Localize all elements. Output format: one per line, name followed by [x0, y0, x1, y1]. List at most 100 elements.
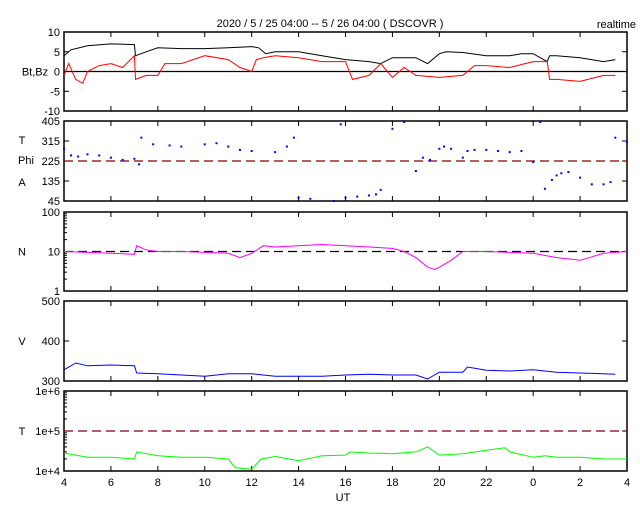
y-tick-label: 1e+4 [35, 466, 60, 478]
solar-wind-chart: 2020 / 5 / 25 04:00 -- 5 / 26 04:00 ( DS… [0, 0, 640, 512]
data-point [532, 161, 535, 164]
data-point [250, 150, 253, 152]
y-axis-label: A [18, 177, 26, 189]
data-point [421, 156, 424, 159]
data-point [443, 145, 446, 148]
data-point [590, 183, 593, 186]
data-point [138, 163, 141, 166]
series-t [63, 446, 627, 470]
data-point [609, 181, 612, 184]
x-tick-label: 20 [433, 477, 445, 489]
y-tick-label: 225 [42, 156, 60, 168]
data-point [309, 197, 312, 200]
data-point [215, 142, 218, 145]
y-tick-label: 400 [42, 336, 60, 348]
x-tick-label: 8 [155, 477, 161, 489]
data-point [496, 150, 499, 152]
y-tick-label: 100 [42, 207, 60, 219]
data-point [356, 195, 359, 198]
y-tick-label: 405 [42, 116, 60, 128]
data-point [77, 155, 80, 158]
data-point [339, 123, 342, 126]
data-point [133, 157, 136, 160]
data-point [428, 158, 431, 161]
y-tick-label: -5 [50, 86, 60, 98]
data-point [63, 147, 65, 150]
chart-title: 2020 / 5 / 25 04:00 -- 5 / 26 04:00 ( DS… [217, 18, 444, 30]
data-point [227, 145, 230, 148]
data-point [461, 156, 464, 159]
x-tick-label: 14 [292, 477, 304, 489]
y-axis-label: Phi [18, 155, 34, 167]
data-point [285, 145, 288, 148]
y-tick-label: 10 [48, 247, 60, 259]
realtime-label: realtime [597, 19, 636, 31]
x-axis-label: UT [336, 492, 351, 504]
data-point [602, 183, 605, 186]
data-point [168, 144, 171, 147]
y-tick-label: 135 [42, 176, 60, 188]
panel-3: 100101N [18, 207, 628, 298]
y-axis-label: T [19, 426, 26, 438]
data-point [473, 148, 476, 151]
x-tick-label: 4 [61, 477, 67, 489]
data-point [403, 121, 406, 124]
y-axis-label: V [18, 336, 26, 348]
data-point [86, 153, 89, 156]
panel-4: 500400300V [18, 296, 628, 388]
data-point [626, 141, 628, 144]
data-point [140, 136, 143, 139]
data-point [391, 127, 394, 130]
x-tick-label: 12 [246, 477, 258, 489]
y-tick-label: 1e+5 [35, 426, 60, 438]
series-bt [63, 43, 616, 65]
data-point [180, 145, 183, 148]
data-point [109, 156, 112, 159]
panel-5: 1e+6 1e+5 1e+4 T [19, 386, 628, 478]
data-point [508, 151, 511, 154]
x-tick-label: 18 [386, 477, 398, 489]
data-point [203, 143, 206, 146]
data-point [567, 171, 570, 174]
data-point [539, 121, 542, 124]
y-tick-label: 500 [42, 296, 60, 308]
y-axis-label: Bt,Bz [22, 67, 48, 79]
x-tick-label: 16 [339, 477, 351, 489]
y-axis-label: T [19, 135, 26, 147]
data-point [367, 194, 370, 197]
chart-svg: 2020 / 5 / 25 04:00 -- 5 / 26 04:00 ( DS… [18, 18, 636, 504]
data-point [374, 193, 377, 196]
data-point [543, 187, 546, 190]
data-point [274, 151, 277, 154]
data-point [614, 136, 617, 139]
data-point [550, 178, 553, 181]
panel-1: 1050-5-10Bt,Bz [22, 27, 628, 118]
x-tick-label: 10 [199, 477, 211, 489]
data-point [466, 150, 469, 152]
y-tick-label: 1e+6 [35, 386, 60, 398]
data-point [450, 147, 453, 150]
x-tick-label: 22 [480, 477, 492, 489]
data-point [70, 154, 73, 157]
data-point [414, 170, 417, 172]
y-tick-label: 0 [54, 67, 60, 79]
x-tick-label: 6 [108, 477, 114, 489]
x-tick-label: 0 [530, 477, 536, 489]
panel-2: 40531522513545TPhiA [18, 116, 628, 208]
data-point [560, 172, 563, 175]
y-tick-label: 315 [42, 136, 60, 148]
data-point [344, 196, 347, 199]
data-point [332, 200, 335, 202]
data-point [520, 150, 523, 152]
data-point [292, 136, 295, 139]
panel-frame [63, 300, 628, 382]
series-bz [63, 54, 616, 85]
series-v [63, 362, 616, 380]
x-tick-label: 4 [624, 477, 630, 489]
data-point [485, 148, 488, 151]
data-point [98, 154, 101, 157]
data-point [121, 158, 124, 161]
y-tick-label: 10 [48, 27, 60, 39]
data-point [579, 176, 582, 179]
y-tick-label: 5 [54, 47, 60, 59]
